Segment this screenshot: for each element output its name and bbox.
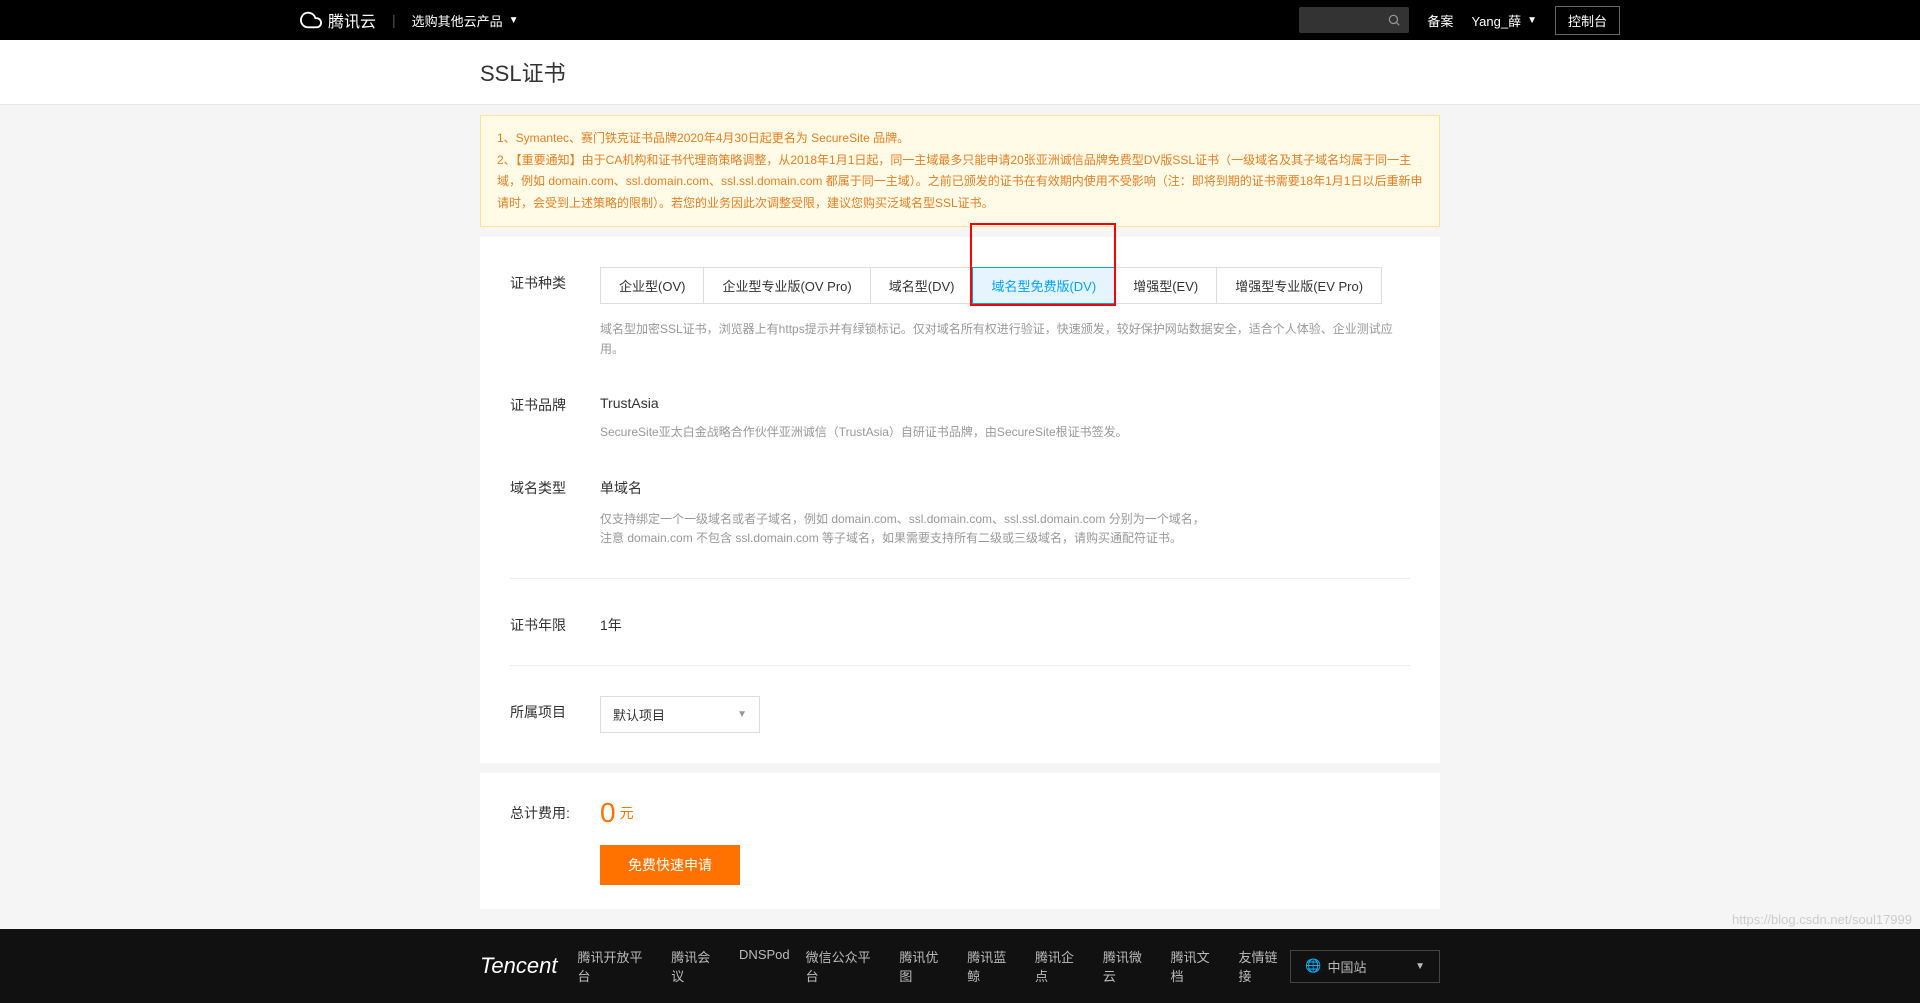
domain-type-value: 单域名 [600,472,1410,498]
caret-down-icon: ▼ [1527,15,1537,26]
footer-link-9[interactable]: 友情链接 [1239,947,1291,985]
brand-desc: SecureSite亚太白金战略合作伙伴亚洲诚信（TrustAsia）自研证书品… [600,423,1410,442]
tab-dv[interactable]: 域名型(DV) [870,267,974,304]
region-value: 中国站 [1327,957,1366,976]
tab-dv-free[interactable]: 域名型免费版(DV) [972,267,1115,304]
footer-link-4[interactable]: 腾讯优图 [899,947,951,985]
footer-link-6[interactable]: 腾讯企点 [1035,947,1087,985]
topbar: 腾讯云 | 选购其他云产品 ▼ 备案 Yang_薛 ▼ 控制台 [0,0,1920,40]
user-name: Yang_薛 [1471,11,1521,30]
footer-link-1[interactable]: 腾讯会议 [671,947,723,985]
duration-value: 1年 [600,609,1410,635]
search-box[interactable] [1299,7,1409,33]
console-button[interactable]: 控制台 [1555,6,1620,35]
chevron-down-icon: ▼ [1415,961,1425,972]
tab-ev-pro[interactable]: 增强型专业版(EV Pro) [1216,267,1382,304]
footer-link-5[interactable]: 腾讯蓝鲸 [967,947,1019,985]
chevron-down-icon: ▼ [737,709,747,720]
footer-link-2[interactable]: DNSPod [739,947,790,985]
footer-link-8[interactable]: 腾讯文档 [1171,947,1223,985]
notice-line-1: 1、Symantec、赛门铁克证书品牌2020年4月30日起更名为 Secure… [497,128,1423,150]
domain-type-desc1: 仅支持绑定一个一级域名或者子域名，例如 domain.com、ssl.domai… [600,510,1410,529]
footer-logo: Tencent [480,953,557,979]
domain-type-label: 域名类型 [510,472,600,548]
divider [510,665,1410,666]
footer-panel: 总计费用: 0 元 免费快速申请 [480,773,1440,909]
total-price: 0 [600,797,616,829]
tab-ov[interactable]: 企业型(OV) [600,267,704,304]
region-select[interactable]: 🌐 中国站 ▼ [1290,950,1440,983]
submit-button[interactable]: 免费快速申请 [600,845,740,885]
brand-text: 腾讯云 [328,8,376,32]
brand-value: TrustAsia [600,389,1410,411]
divider: | [392,12,396,28]
brand-label: 证书品牌 [510,389,600,442]
footer-link-3[interactable]: 微信公众平台 [806,947,884,985]
cert-type-tabs: 企业型(OV) 企业型专业版(OV Pro) 域名型(DV) 域名型免费版(DV… [600,267,1410,304]
search-icon [1387,13,1401,27]
project-selected-value: 默认项目 [613,705,665,724]
page-title: SSL证书 [480,56,1440,88]
site-footer: Tencent 腾讯开放平台 腾讯会议 DNSPod 微信公众平台 腾讯优图 腾… [0,929,1920,1003]
notice-banner: 1、Symantec、赛门铁克证书品牌2020年4月30日起更名为 Secure… [480,115,1440,227]
duration-label: 证书年限 [510,609,600,635]
brand-logo[interactable]: 腾讯云 [300,8,376,32]
config-panel: 证书种类 企业型(OV) 企业型专业版(OV Pro) 域名型(DV) 域名型免… [480,237,1440,763]
product-select[interactable]: 选购其他云产品 ▼ [412,11,519,30]
product-select-label: 选购其他云产品 [412,11,503,30]
cert-type-label: 证书种类 [510,267,600,358]
globe-icon: 🌐 [1305,958,1321,974]
cloud-icon [300,9,322,31]
tab-ov-pro[interactable]: 企业型专业版(OV Pro) [703,267,870,304]
tab-ev[interactable]: 增强型(EV) [1114,267,1217,304]
watermark: https://blog.csdn.net/soul17999 [1732,912,1912,927]
user-menu[interactable]: Yang_薛 ▼ [1471,11,1537,30]
divider [510,578,1410,579]
project-label: 所属项目 [510,696,600,733]
footer-link-0[interactable]: 腾讯开放平台 [577,947,655,985]
footer-link-7[interactable]: 腾讯微云 [1103,947,1155,985]
project-select[interactable]: 默认项目 ▼ [600,696,760,733]
beian-link[interactable]: 备案 [1427,11,1453,30]
cert-type-desc: 域名型加密SSL证书，浏览器上有https提示并有绿锁标记。仅对域名所有权进行验… [600,320,1410,358]
caret-down-icon: ▼ [509,15,519,26]
total-label: 总计费用: [510,803,600,823]
footer-links: 腾讯开放平台 腾讯会议 DNSPod 微信公众平台 腾讯优图 腾讯蓝鲸 腾讯企点… [577,947,1290,985]
domain-type-desc2: 注意 domain.com 不包含 ssl.domain.com 等子域名，如果… [600,529,1410,548]
title-bar: SSL证书 [0,40,1920,105]
total-unit: 元 [620,803,634,823]
notice-line-2: 2、【重要通知】由于CA机构和证书代理商策略调整，从2018年1月1日起，同一主… [497,150,1423,215]
